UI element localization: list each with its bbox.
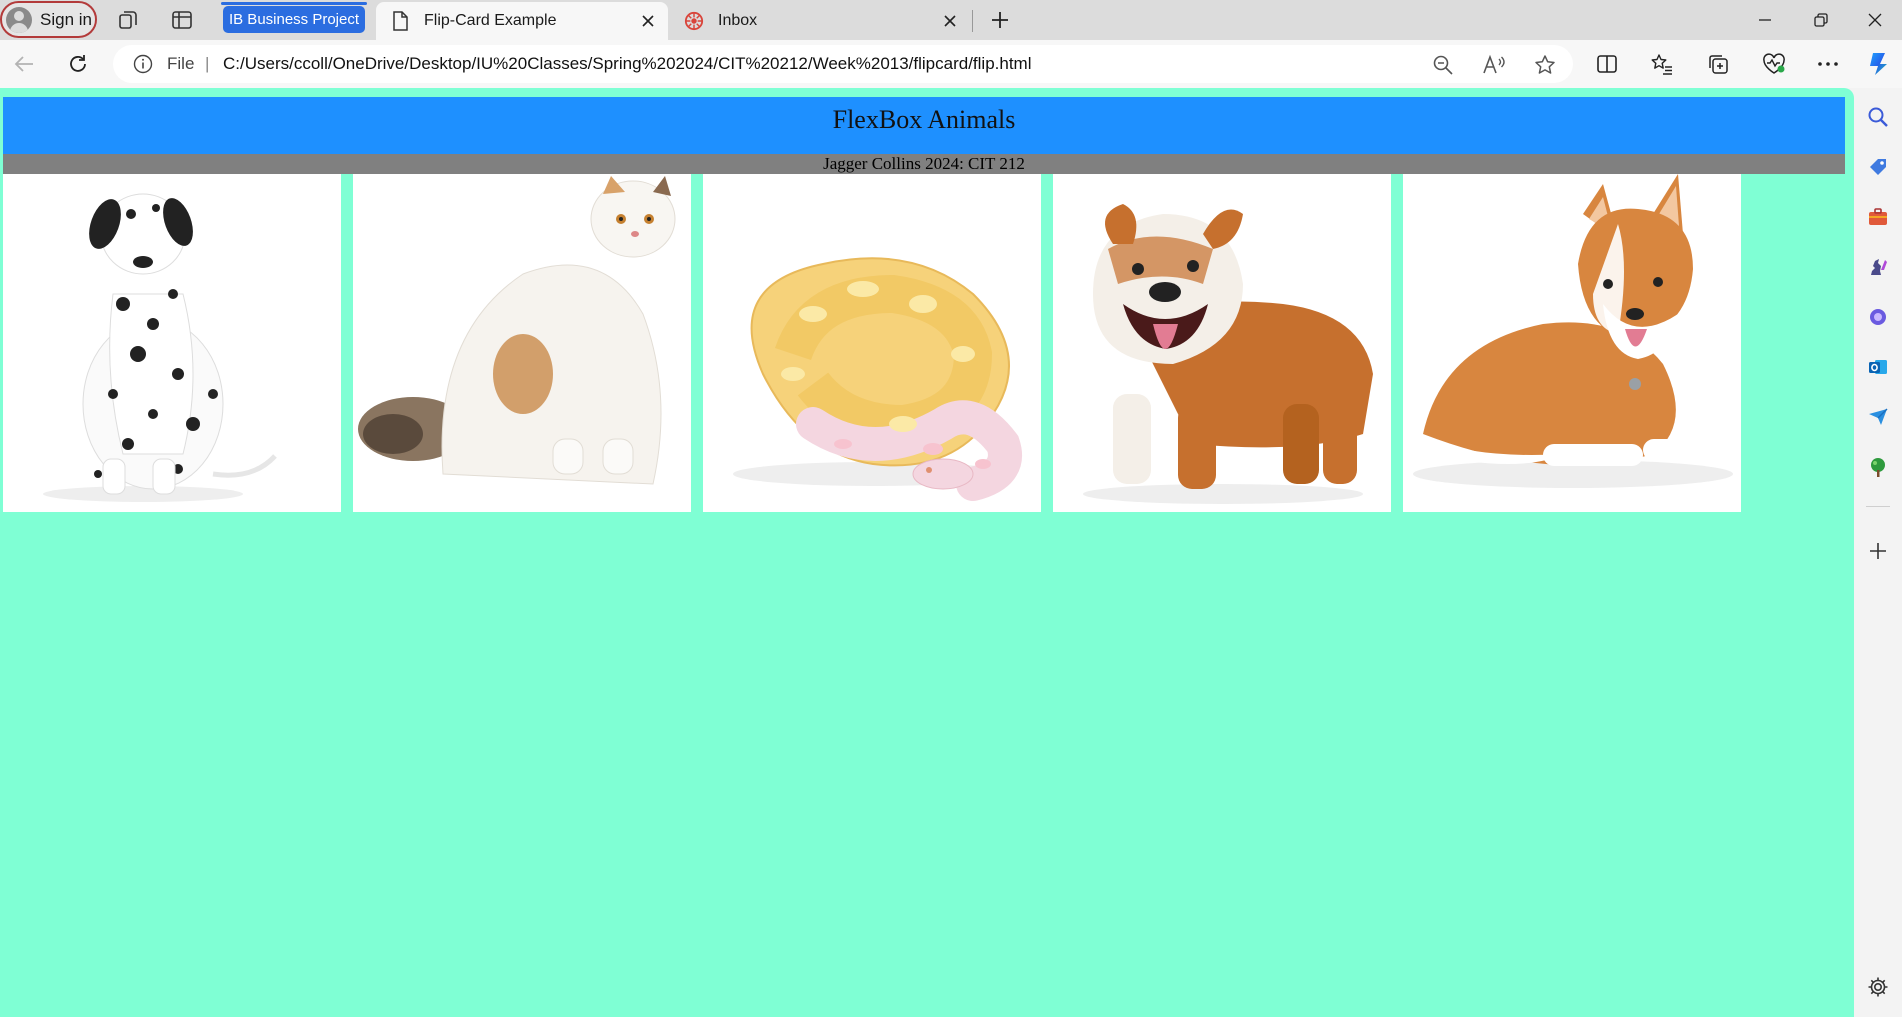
flip-card-corgi[interactable]: [1403, 174, 1741, 512]
scheme-label: File: [167, 54, 195, 73]
profile-avatar-icon: [6, 6, 32, 33]
copilot-icon[interactable]: [1864, 50, 1892, 78]
page-subtitle: Jagger Collins 2024: CIT 212: [3, 154, 1845, 174]
close-tab-icon[interactable]: [940, 11, 960, 31]
browser-essentials-icon[interactable]: [1760, 50, 1788, 78]
persian-cat-image: [358, 176, 676, 485]
close-tab-icon[interactable]: [638, 11, 658, 31]
tab-title: Flip-Card Example: [424, 12, 557, 29]
add-icon[interactable]: [1865, 538, 1891, 564]
chess-icon[interactable]: [1865, 254, 1891, 280]
address-bar[interactable]: File | C:/Users/ccoll/OneDrive/Desktop/I…: [113, 45, 1573, 83]
collections-icon[interactable]: [1704, 50, 1732, 78]
address-separator: |: [205, 54, 210, 73]
flip-card-english-bulldog[interactable]: [1053, 174, 1391, 512]
sign-in-label: Sign in: [40, 9, 92, 29]
english-bulldog-image: [1083, 204, 1373, 504]
flip-card-persian-cat[interactable]: [353, 174, 691, 512]
favorites-icon[interactable]: [1648, 50, 1676, 78]
tag-icon[interactable]: [1865, 154, 1891, 180]
tab-flip-card-example[interactable]: Flip-Card Example: [376, 2, 668, 40]
tab-group-label[interactable]: IB Business Project: [221, 2, 367, 33]
minimize-icon[interactable]: [1742, 5, 1788, 35]
tree-icon[interactable]: [1865, 454, 1891, 480]
split-screen-icon[interactable]: [1593, 50, 1621, 78]
page-title: FlexBox Animals: [3, 97, 1845, 154]
albino-python-image: [733, 257, 1022, 501]
send-icon[interactable]: [1865, 404, 1891, 430]
flip-card-dalmatian[interactable]: [3, 174, 341, 512]
tab-strip: Sign in IB Business Project Flip-Card Ex…: [0, 0, 1902, 40]
page-icon: [390, 11, 410, 31]
workspaces-icon[interactable]: [116, 8, 140, 32]
animal-cards: [3, 174, 1741, 512]
tab-divider: [972, 10, 973, 32]
url-text[interactable]: C:/Users/ccoll/OneDrive/Desktop/IU%20Cla…: [223, 54, 1032, 74]
close-window-icon[interactable]: [1852, 5, 1898, 35]
settings-icon[interactable]: [1865, 974, 1891, 1000]
vertical-tabs-icon[interactable]: [170, 8, 194, 32]
navigation-toolbar: File | C:/Users/ccoll/OneDrive/Desktop/I…: [0, 40, 1902, 88]
site-info-icon[interactable]: [133, 54, 153, 74]
copilot-sidebar-icon[interactable]: [1865, 304, 1891, 330]
sidebar-divider: [1866, 506, 1890, 507]
sign-in-button[interactable]: Sign in: [0, 1, 97, 38]
briefcase-icon[interactable]: [1865, 204, 1891, 230]
restore-icon[interactable]: [1798, 5, 1844, 35]
page-viewport: FlexBox Animals Jagger Collins 2024: CIT…: [0, 88, 1854, 1017]
dalmatian-image: [43, 193, 277, 502]
corgi-image: [1413, 174, 1733, 488]
favorite-star-icon[interactable]: [1533, 53, 1557, 77]
more-options-icon[interactable]: [1814, 50, 1842, 78]
read-aloud-icon[interactable]: [1482, 53, 1506, 77]
new-tab-icon[interactable]: [988, 8, 1012, 32]
tab-title: Inbox: [718, 12, 758, 29]
zoom-out-icon[interactable]: [1431, 53, 1455, 77]
mail-icon: [684, 11, 704, 31]
flip-card-albino-python[interactable]: [703, 174, 1041, 512]
edge-sidebar: [1854, 88, 1902, 1017]
tab-inbox[interactable]: Inbox: [670, 2, 970, 40]
outlook-icon[interactable]: [1865, 354, 1891, 380]
refresh-icon[interactable]: [64, 50, 92, 78]
search-icon[interactable]: [1865, 104, 1891, 130]
back-icon[interactable]: [10, 50, 38, 78]
